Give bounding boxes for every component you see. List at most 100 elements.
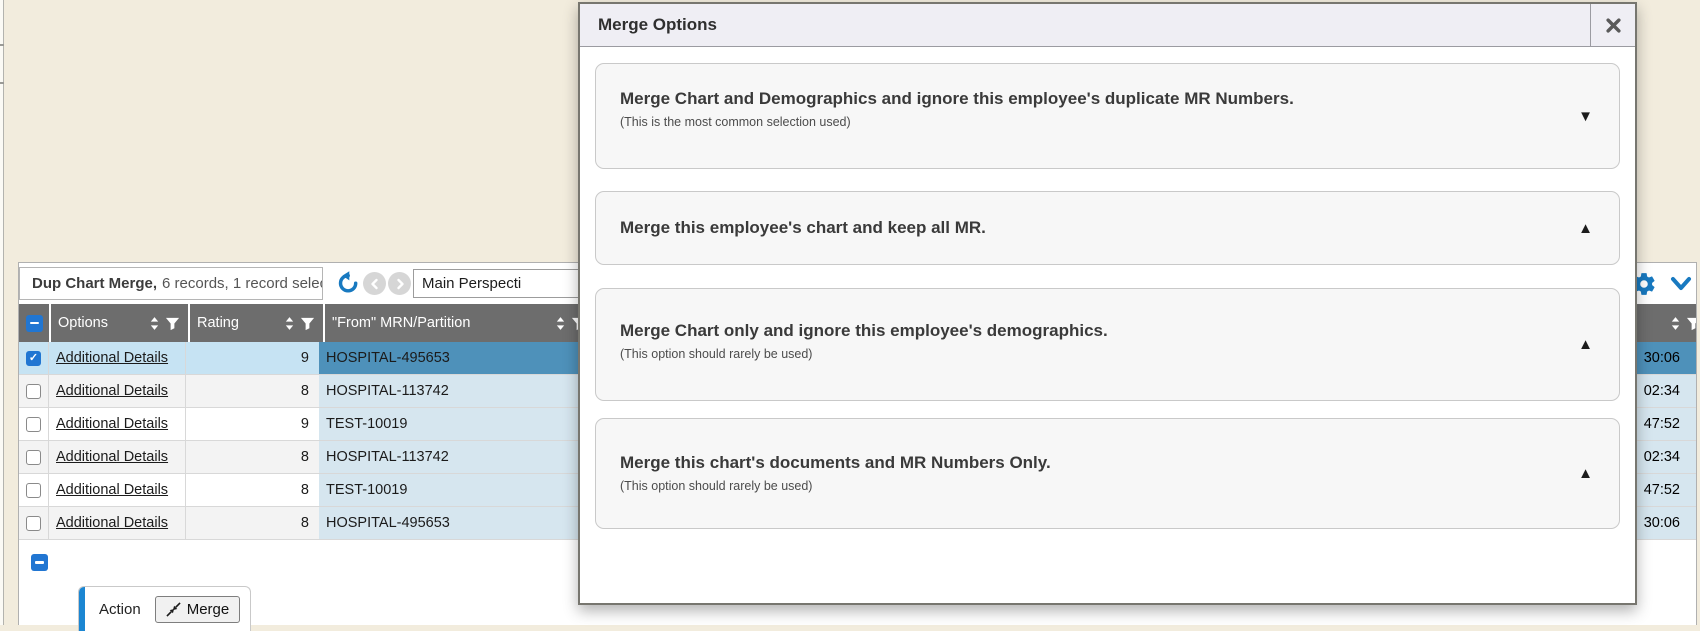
row-checkbox[interactable] <box>26 351 41 366</box>
merge-option-title: Merge Chart only and ignore this employe… <box>620 321 1108 341</box>
select-all-checkbox[interactable] <box>26 315 43 332</box>
sort-icon[interactable] <box>1670 316 1681 331</box>
row-rating-cell: 8 <box>186 474 319 506</box>
row-rating-cell: 9 <box>186 342 319 374</box>
merge-option-title: Merge Chart and Demographics and ignore … <box>620 89 1294 109</box>
column-label: Rating <box>197 315 239 331</box>
merge-option-card[interactable]: Merge this chart's documents and MR Numb… <box>595 418 1620 529</box>
collapse-panel-button[interactable] <box>1669 273 1693 295</box>
row-options-cell: Additional Details <box>49 441 186 473</box>
row-time-value: 47:52 <box>1644 482 1696 498</box>
row-time-value: 30:06 <box>1644 515 1696 531</box>
filter-icon[interactable] <box>300 316 315 331</box>
filter-icon[interactable] <box>1686 316 1696 331</box>
row-mrn-value: HOSPITAL-113742 <box>326 383 449 399</box>
action-panel: Action Merge <box>78 586 251 631</box>
footer-select-all-checkbox[interactable] <box>31 554 48 571</box>
row-mrn-value: HOSPITAL-113742 <box>326 449 449 465</box>
row-rating-cell: 8 <box>186 507 319 539</box>
merge-option-text: Merge Chart only and ignore this employe… <box>620 321 1108 369</box>
splitter-tick <box>0 82 4 84</box>
sort-icon[interactable] <box>149 316 160 331</box>
row-check-cell <box>19 441 49 473</box>
column-header-rating[interactable]: Rating <box>190 304 323 342</box>
merge-option-subtitle: (This option should rarely be used) <box>620 347 1108 361</box>
row-mrn-value: TEST-10019 <box>326 416 407 432</box>
grid-title-name: Dup Chart Merge, <box>32 275 157 292</box>
grid-record-count: 6 records, 1 record selected <box>162 275 323 292</box>
row-mrn-value: HOSPITAL-495653 <box>326 350 450 366</box>
column-header-options[interactable]: Options <box>51 304 188 342</box>
sort-icon[interactable] <box>555 316 566 331</box>
merge-option-subtitle: (This is the most common selection used) <box>620 115 1294 129</box>
merge-option-subtitle: (This option should rarely be used) <box>620 479 1051 493</box>
row-check-cell <box>19 474 49 506</box>
refresh-button[interactable] <box>335 270 361 296</box>
perspective-value: Main Perspecti <box>422 275 521 292</box>
row-check-cell <box>19 342 49 374</box>
merge-option-card[interactable]: Merge this employee's chart and keep all… <box>595 191 1620 265</box>
additional-details-link[interactable]: Additional Details <box>56 482 168 498</box>
row-rating-cell: 9 <box>186 408 319 440</box>
filter-icon[interactable] <box>165 316 180 331</box>
splitter-tick <box>0 44 4 46</box>
row-check-cell <box>19 375 49 407</box>
sort-icon[interactable] <box>284 316 295 331</box>
row-checkbox[interactable] <box>26 384 41 399</box>
close-icon <box>1606 18 1621 33</box>
merge-option-card[interactable]: Merge Chart and Demographics and ignore … <box>595 63 1620 169</box>
additional-details-link[interactable]: Additional Details <box>56 449 168 465</box>
row-options-cell: Additional Details <box>49 474 186 506</box>
row-checkbox[interactable] <box>26 516 41 531</box>
row-options-cell: Additional Details <box>49 408 186 440</box>
action-label: Action <box>99 601 141 618</box>
dialog-title: Merge Options <box>580 15 717 35</box>
merge-option-title: Merge this chart's documents and MR Numb… <box>620 453 1051 473</box>
expand-toggle-icon[interactable]: ▼ <box>1578 108 1593 125</box>
expand-toggle-icon[interactable]: ▲ <box>1578 465 1593 482</box>
merge-button[interactable]: Merge <box>155 596 241 623</box>
merge-option-text: Merge this chart's documents and MR Numb… <box>620 453 1051 495</box>
previous-page-button[interactable] <box>363 272 386 295</box>
chevron-down-icon <box>1669 273 1693 295</box>
row-checkbox[interactable] <box>26 450 41 465</box>
row-mrn-value: HOSPITAL-495653 <box>326 515 450 531</box>
row-check-cell <box>19 408 49 440</box>
merge-option-title: Merge this employee's chart and keep all… <box>620 218 986 238</box>
row-time-value: 30:06 <box>1644 350 1696 366</box>
row-checkbox[interactable] <box>26 417 41 432</box>
merge-option-text: Merge Chart and Demographics and ignore … <box>620 89 1294 143</box>
additional-details-link[interactable]: Additional Details <box>56 383 168 399</box>
expand-toggle-icon[interactable]: ▲ <box>1578 220 1593 237</box>
refresh-icon <box>335 270 361 296</box>
dialog-header: Merge Options <box>580 4 1635 47</box>
row-rating-cell: 8 <box>186 441 319 473</box>
row-mrn-value: TEST-10019 <box>326 482 407 498</box>
left-splitter-edge[interactable] <box>0 0 4 625</box>
chevron-left-icon <box>369 278 381 290</box>
additional-details-link[interactable]: Additional Details <box>56 515 168 531</box>
select-all-header-cell <box>19 304 49 342</box>
expand-toggle-icon[interactable]: ▲ <box>1578 336 1593 353</box>
row-time-value: 02:34 <box>1644 449 1696 465</box>
row-time-value: 02:34 <box>1644 383 1696 399</box>
additional-details-link[interactable]: Additional Details <box>56 416 168 432</box>
row-options-cell: Additional Details <box>49 375 186 407</box>
close-button[interactable] <box>1590 4 1635 46</box>
row-options-cell: Additional Details <box>49 507 186 539</box>
merge-button-label: Merge <box>187 601 230 618</box>
dialog-body: Merge Chart and Demographics and ignore … <box>580 47 1635 545</box>
merge-option-text: Merge this employee's chart and keep all… <box>620 218 986 238</box>
chevron-right-icon <box>394 278 406 290</box>
row-time-value: 47:52 <box>1644 416 1696 432</box>
row-check-cell <box>19 507 49 539</box>
merge-option-card[interactable]: Merge Chart only and ignore this employe… <box>595 288 1620 401</box>
column-label: "From" MRN/Partition <box>332 315 470 331</box>
row-checkbox[interactable] <box>26 483 41 498</box>
row-rating-cell: 8 <box>186 375 319 407</box>
grid-title: Dup Chart Merge, 6 records, 1 record sel… <box>19 267 323 300</box>
merge-options-dialog: Merge Options Merge Chart and Demographi… <box>578 2 1637 605</box>
additional-details-link[interactable]: Additional Details <box>56 350 168 366</box>
merge-icon <box>166 602 181 617</box>
next-page-button[interactable] <box>388 272 411 295</box>
